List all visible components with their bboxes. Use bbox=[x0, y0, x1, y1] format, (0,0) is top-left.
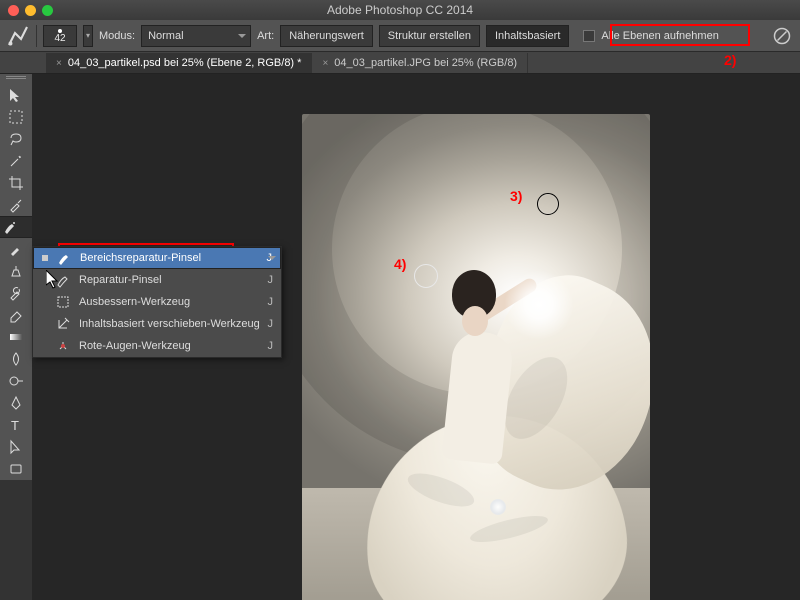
type-content-aware-button[interactable]: Inhaltsbasiert bbox=[486, 25, 569, 47]
history-brush-tool[interactable] bbox=[2, 282, 30, 304]
dodge-tool[interactable] bbox=[2, 370, 30, 392]
flyout-item-label: Rote-Augen-Werkzeug bbox=[79, 340, 260, 352]
magic-wand-tool[interactable] bbox=[2, 150, 30, 172]
crop-tool[interactable] bbox=[2, 172, 30, 194]
flyout-item-healing-brush[interactable]: Reparatur-Pinsel J bbox=[33, 269, 281, 291]
type-texture-button[interactable]: Struktur erstellen bbox=[379, 25, 480, 47]
brush-preset-picker[interactable]: 42 bbox=[43, 25, 77, 47]
content-aware-move-icon bbox=[55, 316, 71, 332]
brush-cursor-icon bbox=[414, 264, 438, 288]
healing-tools-flyout: Bereichsreparatur-Pinsel J Reparatur-Pin… bbox=[32, 246, 282, 358]
close-tab-icon[interactable]: × bbox=[322, 58, 328, 69]
eyedropper-tool[interactable] bbox=[2, 194, 30, 216]
flyout-item-shortcut: J bbox=[268, 318, 274, 330]
patch-tool-icon bbox=[55, 294, 71, 310]
document-image bbox=[302, 114, 650, 600]
flyout-item-shortcut: J bbox=[268, 274, 274, 286]
title-bar: Adobe Photoshop CC 2014 bbox=[0, 0, 800, 20]
current-tool-icon[interactable] bbox=[6, 24, 30, 48]
type-tool[interactable]: T bbox=[2, 414, 30, 436]
tab-label: 04_03_partikel.psd bei 25% (Ebene 2, RGB… bbox=[68, 57, 302, 69]
flyout-item-shortcut: J bbox=[267, 252, 273, 264]
brush-tool[interactable] bbox=[2, 238, 30, 260]
checkbox-box-icon bbox=[583, 30, 595, 42]
sample-all-layers-label: Alle Ebenen aufnehmen bbox=[601, 30, 718, 42]
flyout-item-label: Reparatur-Pinsel bbox=[79, 274, 260, 286]
clone-stamp-tool[interactable] bbox=[2, 260, 30, 282]
shape-tool[interactable] bbox=[2, 458, 30, 480]
active-indicator-icon bbox=[42, 255, 48, 261]
flyout-item-label: Bereichsreparatur-Pinsel bbox=[80, 252, 259, 264]
document-tab[interactable]: × 04_03_partikel.psd bei 25% (Ebene 2, R… bbox=[46, 53, 312, 73]
flyout-item-patch[interactable]: Ausbessern-Werkzeug J bbox=[33, 291, 281, 313]
brush-size-value: 42 bbox=[54, 33, 65, 44]
flyout-item-shortcut: J bbox=[268, 340, 274, 352]
flyout-item-label: Ausbessern-Werkzeug bbox=[79, 296, 260, 308]
blur-tool[interactable] bbox=[2, 348, 30, 370]
pen-tool[interactable] bbox=[2, 392, 30, 414]
healing-brush-icon bbox=[55, 272, 71, 288]
sample-all-layers-checkbox[interactable]: Alle Ebenen aufnehmen bbox=[575, 24, 726, 48]
panel-grip-icon[interactable] bbox=[6, 76, 26, 82]
brush-dropdown-icon[interactable]: ▾ bbox=[83, 25, 93, 47]
path-selection-tool[interactable] bbox=[2, 436, 30, 458]
close-tab-icon[interactable]: × bbox=[56, 58, 62, 69]
flyout-item-content-aware-move[interactable]: Inhaltsbasiert verschieben-Werkzeug J bbox=[33, 313, 281, 335]
lasso-tool[interactable] bbox=[2, 128, 30, 150]
mode-value: Normal bbox=[148, 30, 183, 42]
app-title: Adobe Photoshop CC 2014 bbox=[0, 3, 800, 17]
document-tab-strip: × 04_03_partikel.psd bei 25% (Ebene 2, R… bbox=[0, 52, 800, 74]
document-tab[interactable]: × 04_03_partikel.JPG bei 25% (RGB/8) bbox=[312, 53, 528, 73]
tab-label: 04_03_partikel.JPG bei 25% (RGB/8) bbox=[334, 57, 517, 69]
flyout-item-spot-healing[interactable]: Bereichsreparatur-Pinsel J bbox=[33, 247, 281, 269]
spot-healing-icon bbox=[56, 250, 72, 266]
flyout-item-shortcut: J bbox=[268, 296, 274, 308]
flyout-item-label: Inhaltsbasiert verschieben-Werkzeug bbox=[79, 318, 260, 330]
red-eye-icon bbox=[55, 338, 71, 354]
svg-text:T: T bbox=[11, 418, 19, 433]
art-label: Art: bbox=[257, 30, 274, 42]
flyout-item-red-eye[interactable]: Rote-Augen-Werkzeug J bbox=[33, 335, 281, 357]
tools-panel: T bbox=[0, 74, 32, 480]
move-tool[interactable] bbox=[2, 84, 30, 106]
type-proximity-button[interactable]: Näherungswert bbox=[280, 25, 373, 47]
pressure-toggle-button[interactable] bbox=[770, 24, 794, 48]
gradient-tool[interactable] bbox=[2, 326, 30, 348]
brush-cursor-icon bbox=[537, 193, 559, 215]
modus-label: Modus: bbox=[99, 30, 135, 42]
marquee-tool[interactable] bbox=[2, 106, 30, 128]
eraser-tool[interactable] bbox=[2, 304, 30, 326]
options-bar: 42 ▾ Modus: Normal Art: Näherungswert St… bbox=[0, 20, 800, 52]
mode-select[interactable]: Normal bbox=[141, 25, 251, 47]
